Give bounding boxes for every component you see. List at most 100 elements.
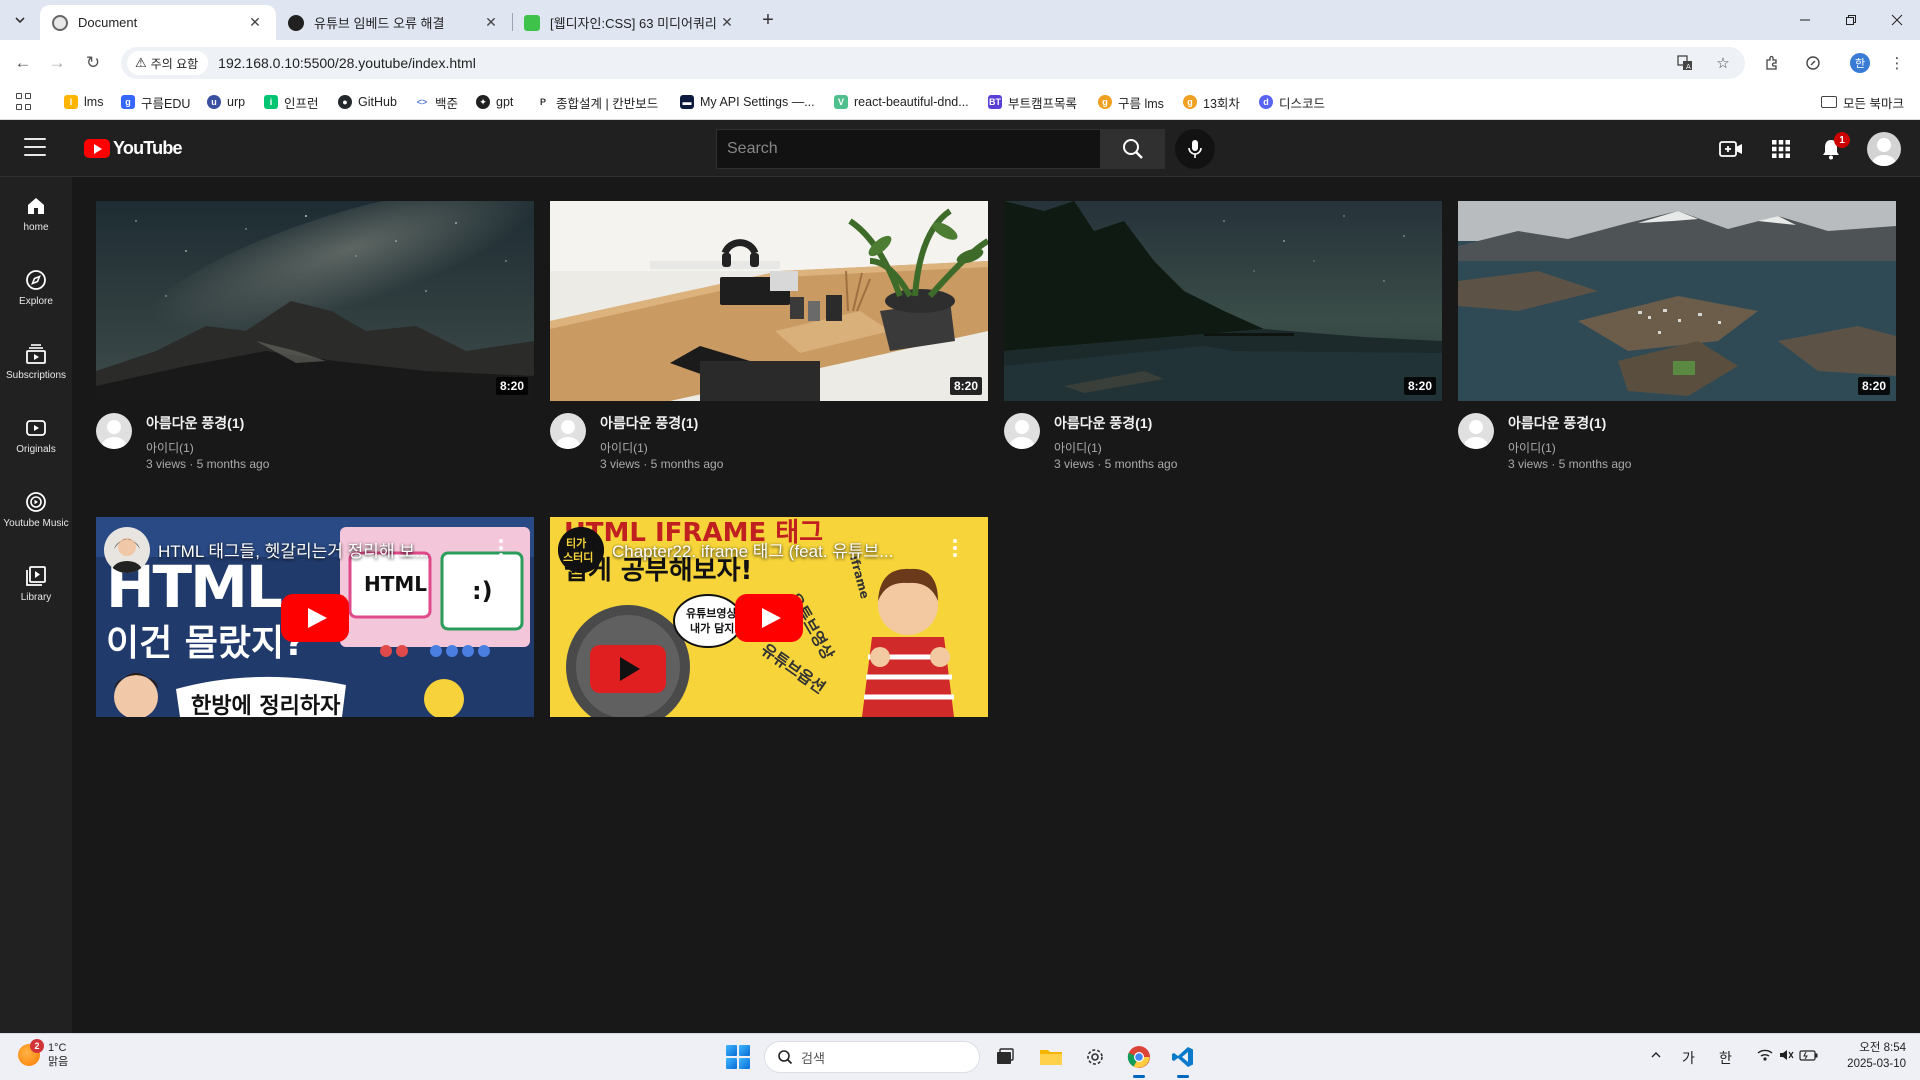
avatar[interactable] <box>1867 132 1901 166</box>
tray-overflow-icon[interactable] <box>1650 1048 1662 1064</box>
video-card[interactable]: 8:20 아름다운 풍경(1) 아이디(1) 3 views · 5 month… <box>1004 201 1442 491</box>
all-bookmarks-button[interactable]: 모든 북마크 <box>1821 92 1904 112</box>
weather-widget[interactable]: 2 1°C 맑음 <box>18 1039 68 1069</box>
vscode-icon[interactable] <box>1168 1042 1198 1078</box>
youtube-logo[interactable]: YouTube <box>84 138 183 159</box>
channel-name[interactable]: 아이디(1) <box>1508 439 1556 456</box>
video-thumbnail[interactable]: 8:20 <box>550 201 988 401</box>
more-options-icon[interactable] <box>498 539 504 557</box>
embed-video-title[interactable]: Chapter22. iframe 태그 (feat. 유튜브... <box>612 537 932 562</box>
video-thumbnail[interactable]: 8:20 <box>1004 201 1442 401</box>
forward-button[interactable]: → <box>44 50 70 76</box>
avatar[interactable] <box>1004 413 1040 449</box>
sidebar-item-explore[interactable]: Explore <box>0 251 72 325</box>
sidebar-item-library[interactable]: Library <box>0 547 72 621</box>
sidebar-item-subscriptions[interactable]: Subscriptions <box>0 325 72 399</box>
sidebar-item-originals[interactable]: Originals <box>0 399 72 473</box>
home-icon <box>25 195 47 217</box>
bookmark-kanban[interactable]: P 종합설계 | 칸반보드 <box>536 92 658 112</box>
close-window-button[interactable] <box>1874 0 1920 40</box>
avatar[interactable] <box>1458 413 1494 449</box>
translate-icon[interactable]: A <box>1673 51 1697 75</box>
clock-time: 오전 8:54 <box>1859 1042 1906 1054</box>
apps-grid-icon[interactable] <box>1768 136 1794 162</box>
bookmark-goorm-edu[interactable]: g 구름EDU <box>121 92 190 112</box>
youtube-embed-player[interactable]: HTML 이건 몰랐지? HTML :) 한방에 정리하자 HTML 태그들, … <box>96 517 534 717</box>
bookmark-api-settings[interactable]: ▬ My API Settings —... <box>680 92 815 112</box>
bookmark-urp[interactable]: u urp <box>207 92 245 112</box>
tab-youtube-embed-error[interactable]: 유튜브 임베드 오류 해결 ✕ <box>276 5 512 40</box>
ime-mode-1[interactable]: 가 <box>1682 1048 1695 1068</box>
sidebar-item-home[interactable]: home <box>0 177 72 251</box>
extensions-icon[interactable] <box>1759 50 1785 76</box>
tab-search-button[interactable] <box>8 8 32 32</box>
avatar[interactable] <box>96 413 132 449</box>
video-card[interactable]: 8:20 아름다운 풍경(1) 아이디(1) 3 views · 5 month… <box>96 201 534 491</box>
system-clock[interactable]: 오전 8:54 2025-03-10 <box>1847 1040 1906 1072</box>
file-explorer-icon[interactable] <box>1036 1042 1066 1072</box>
task-view-icon[interactable] <box>990 1042 1020 1072</box>
new-tab-button[interactable]: + <box>756 8 780 32</box>
url-text[interactable]: 192.168.0.10:5500/28.youtube/index.html <box>218 55 476 71</box>
create-video-icon[interactable] <box>1718 136 1744 162</box>
bookmark-inflearn[interactable]: i 인프런 <box>264 92 319 112</box>
video-title[interactable]: 아름다운 풍경(1) <box>1054 413 1152 433</box>
menu-icon[interactable] <box>24 138 46 156</box>
sidebar-item-music[interactable]: Youtube Music <box>0 473 72 547</box>
chrome-icon[interactable] <box>1124 1042 1154 1078</box>
embed-video-title[interactable]: HTML 태그들, 헷갈리는거 정리해 보... <box>158 537 478 562</box>
profile-button[interactable]: 한 <box>1847 50 1873 76</box>
video-thumbnail[interactable]: 8:20 <box>96 201 534 401</box>
minimize-button[interactable] <box>1782 0 1828 40</box>
restore-button[interactable] <box>1828 0 1874 40</box>
ime-mode-2[interactable]: 한 <box>1719 1048 1732 1068</box>
bookmark-goorm-lms[interactable]: g 구름 lms <box>1098 92 1164 112</box>
video-meta: 아름다운 풍경(1) 아이디(1) 3 views · 5 months ago <box>1004 401 1442 491</box>
video-thumbnail[interactable]: 8:20 <box>1458 201 1896 401</box>
video-title[interactable]: 아름다운 풍경(1) <box>1508 413 1606 433</box>
youtube-embed-player[interactable]: HTML IFRAME 태그 쉽게 공부해보자! 유튜브영상 내가 담지! 유튜… <box>550 517 988 717</box>
bookmark-discord[interactable]: d 디스코드 <box>1259 92 1325 112</box>
tab-document[interactable]: Document ✕ <box>40 5 276 40</box>
bookmark-react-dnd[interactable]: Vreact-beautiful-dnd... <box>834 92 969 112</box>
video-title[interactable]: 아름다운 풍경(1) <box>600 413 698 433</box>
address-bar[interactable]: ⚠ 주의 요함 192.168.0.10:5500/28.youtube/ind… <box>121 47 1745 79</box>
performance-icon[interactable] <box>1800 50 1826 76</box>
start-button[interactable] <box>726 1045 750 1069</box>
video-card[interactable]: 8:20 아름다운 풍경(1) 아이디(1) 3 views · 5 month… <box>550 201 988 491</box>
play-button[interactable] <box>735 594 803 642</box>
bookmark-star-icon[interactable]: ☆ <box>1711 51 1735 75</box>
channel-avatar[interactable] <box>104 527 150 573</box>
tab-media-query[interactable]: [웹디자인:CSS] 63 미디어쿼리 ✕ <box>512 5 748 40</box>
close-icon[interactable]: ✕ <box>718 14 736 31</box>
security-indicator[interactable]: ⚠ 주의 요함 <box>127 51 209 75</box>
more-menu-icon[interactable]: ⋮ <box>1884 50 1910 76</box>
bookmark-bootcamp[interactable]: BT 부트캠프목록 <box>988 92 1077 112</box>
reload-button[interactable]: ↻ <box>80 50 106 76</box>
video-card[interactable]: 8:20 아름다운 풍경(1) 아이디(1) 3 views · 5 month… <box>1458 201 1896 491</box>
bookmark-lms[interactable]: l lms <box>64 92 103 112</box>
voice-search-button[interactable] <box>1175 129 1215 169</box>
search-input[interactable]: Search <box>716 129 1101 169</box>
bookmark-github[interactable]: ● GitHub <box>338 92 397 112</box>
channel-name[interactable]: 아이디(1) <box>146 439 194 456</box>
taskbar-search[interactable]: 검색 <box>764 1041 980 1073</box>
channel-name[interactable]: 아이디(1) <box>600 439 648 456</box>
play-button[interactable] <box>281 594 349 642</box>
channel-avatar[interactable]: 티가 스터디 <box>558 527 604 573</box>
bookmark-13th[interactable]: g 13회차 <box>1183 92 1240 112</box>
bookmark-gpt[interactable]: ✦ gpt <box>476 92 513 112</box>
channel-name[interactable]: 아이디(1) <box>1054 439 1102 456</box>
settings-gear-icon[interactable] <box>1080 1042 1110 1072</box>
search-button[interactable] <box>1100 129 1165 169</box>
back-button[interactable]: ← <box>10 50 36 76</box>
more-options-icon[interactable] <box>952 539 958 557</box>
tray-status-icons[interactable] <box>1756 1046 1820 1067</box>
apps-grid-icon[interactable] <box>16 93 34 111</box>
close-icon[interactable]: ✕ <box>482 14 500 31</box>
avatar[interactable] <box>550 413 586 449</box>
bookmark-baekjoon[interactable]: <> 백준 <box>415 92 458 112</box>
close-icon[interactable]: ✕ <box>246 14 264 31</box>
video-title[interactable]: 아름다운 풍경(1) <box>146 413 244 433</box>
notifications-button[interactable]: 1 <box>1818 132 1850 162</box>
